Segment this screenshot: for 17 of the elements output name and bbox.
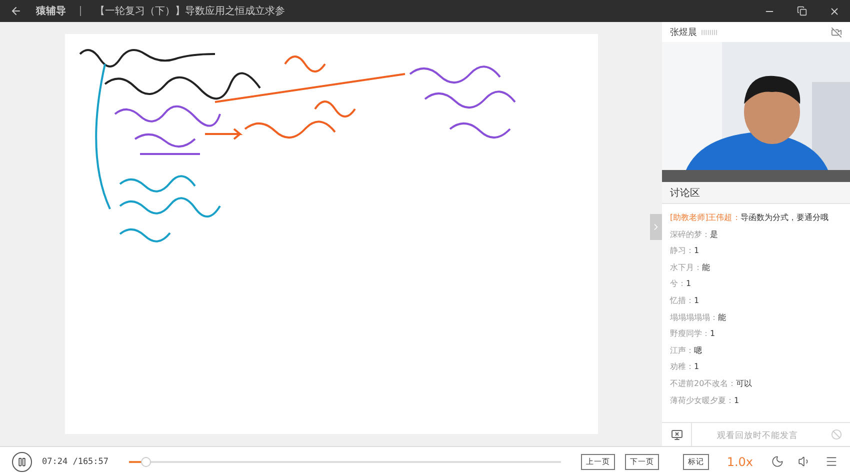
discussion-header: 讨论区 bbox=[662, 182, 850, 204]
chat-message: 忆措：1 bbox=[670, 294, 700, 307]
chat-message: 野瘦同学：1 bbox=[670, 328, 716, 340]
chat-message: 薄荷少女暖夕夏：1 bbox=[670, 394, 740, 407]
playback-time: 07:24 /165:57 bbox=[42, 456, 109, 466]
chat-message: [助教老师]王伟超：导函数为分式，要通分哦 bbox=[670, 212, 828, 224]
app-name: 猿辅导 bbox=[36, 4, 66, 18]
presenter-name: 张煜晨 bbox=[670, 28, 697, 38]
chat-message: 塌塌塌塌塌：能 bbox=[670, 312, 726, 324]
course-title: 【一轮复习（下）】导数应用之恒成立求参 bbox=[95, 4, 285, 18]
chat-message: 劝稚：1 bbox=[670, 361, 700, 374]
chat-message: 江声：嗯 bbox=[670, 344, 702, 357]
chat-message: 静习：1 bbox=[670, 245, 700, 258]
chat-message: 水下月：能 bbox=[670, 262, 710, 274]
chat-message: 深碎的梦：是 bbox=[670, 228, 718, 241]
chat-message: 不进前20不改名：可以 bbox=[670, 378, 752, 390]
chat-message: 兮：1 bbox=[670, 278, 692, 290]
